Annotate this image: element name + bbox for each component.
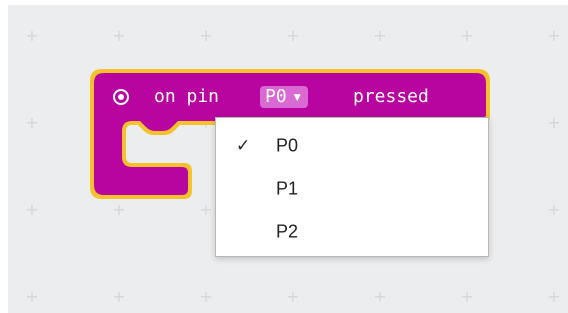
pin-option-p1[interactable]: P1: [216, 167, 488, 210]
pin-option-label: P0: [276, 135, 299, 155]
pin-dropdown-field[interactable]: P0 ▼: [260, 86, 308, 108]
pin-option-p0[interactable]: ✓ P0: [216, 124, 488, 167]
workspace-root: ++++++++++++++++++++++++++++ on pin P0 ▼…: [0, 0, 568, 313]
pin-option-label: P1: [276, 178, 299, 198]
event-suffix-label: pressed: [353, 86, 429, 107]
event-prefix-label: on pin: [154, 86, 220, 107]
pin-dropdown-value: P0: [265, 86, 287, 107]
checkmark-icon: ✓: [236, 135, 251, 156]
blocks-canvas[interactable]: ++++++++++++++++++++++++++++ on pin P0 ▼…: [8, 5, 568, 313]
triangle-down-icon: ▼: [293, 93, 301, 103]
pin-option-label: P2: [276, 221, 299, 241]
pin-dropdown-menu: ✓ P0 P1 P2: [215, 117, 489, 257]
pin-option-p2[interactable]: P2: [216, 210, 488, 253]
